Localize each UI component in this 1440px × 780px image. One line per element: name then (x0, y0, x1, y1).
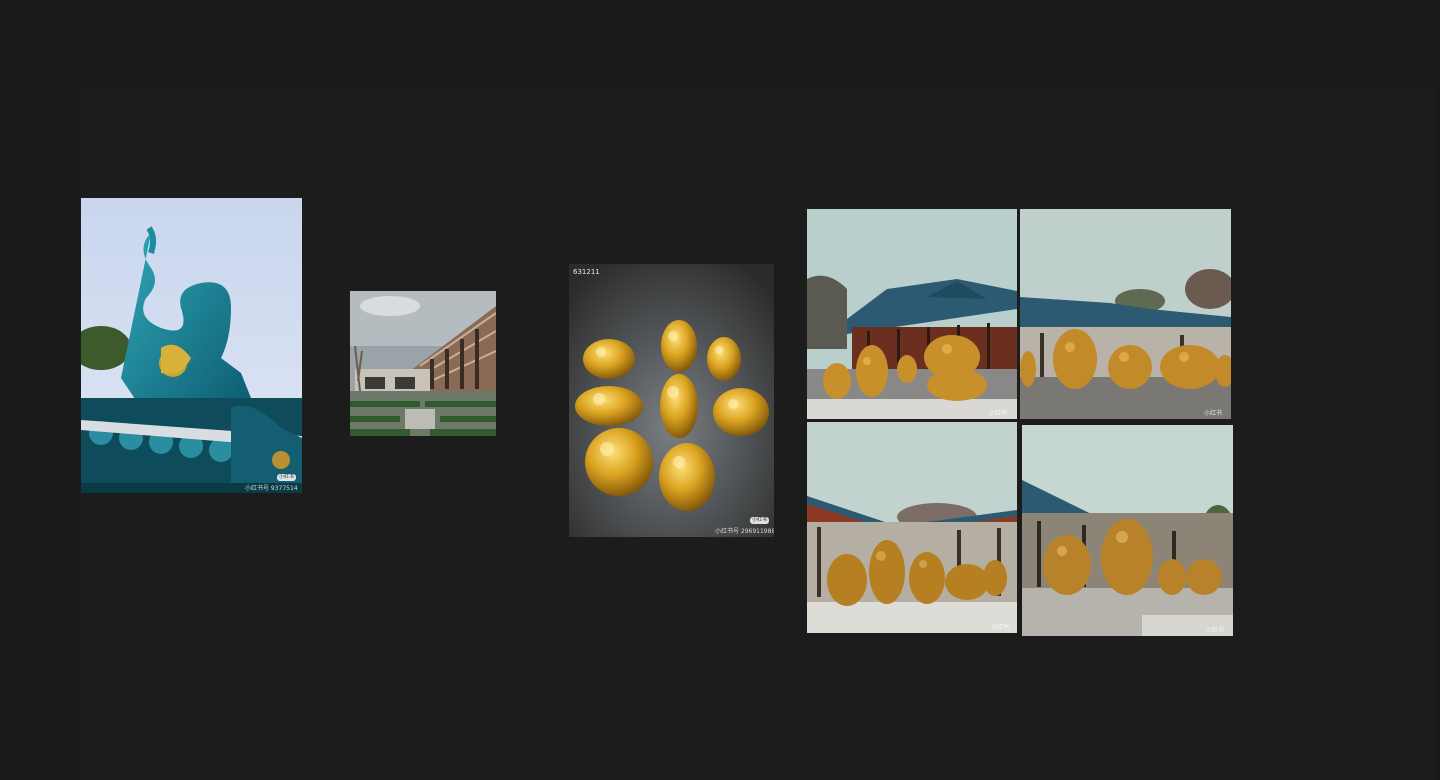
image-card-statues-4[interactable]: 小红书 (1022, 425, 1233, 636)
left-rail (0, 88, 80, 780)
image-board-app: 小红书 小红书号 9377514 631211 小红书 小红书号 2969119… (0, 0, 1440, 780)
watermark-text: 小红书号 9377514 (245, 485, 298, 492)
image-card-statues-1[interactable]: 小红书 (807, 209, 1017, 419)
building-photo (350, 291, 496, 436)
statues-photo-1 (807, 209, 1017, 419)
image-card-building[interactable] (350, 291, 496, 436)
watermark-text: 小红书号 296911988 (715, 528, 774, 535)
image-card-statues-2[interactable]: 小红书 (1020, 209, 1231, 419)
top-bar (0, 0, 1440, 88)
source-badge: 小红书 (750, 517, 770, 524)
statues-photo-2 (1020, 209, 1231, 419)
image-id-label: 631211 (573, 268, 600, 276)
image-card-dragon[interactable]: 小红书 小红书号 9377514 (81, 198, 302, 493)
board-canvas[interactable]: 小红书 小红书号 9377514 631211 小红书 小红书号 2969119… (80, 88, 1436, 780)
watermark-text: 小红书 (1206, 627, 1225, 634)
watermark-text: 小红书 (991, 624, 1010, 631)
image-card-statues-3[interactable]: 小红书 (807, 422, 1017, 633)
right-rail (1436, 88, 1440, 780)
watermark-text: 小红书 (1204, 410, 1223, 417)
image-card-figurines[interactable]: 631211 小红书 小红书号 296911988 (569, 264, 774, 537)
watermark-text: 小红书 (989, 410, 1008, 417)
figurines-photo (569, 264, 774, 537)
statues-photo-3 (807, 422, 1017, 633)
source-badge: 小红书 (277, 474, 297, 481)
dragon-photo (81, 198, 302, 493)
statues-photo-4 (1022, 425, 1233, 636)
